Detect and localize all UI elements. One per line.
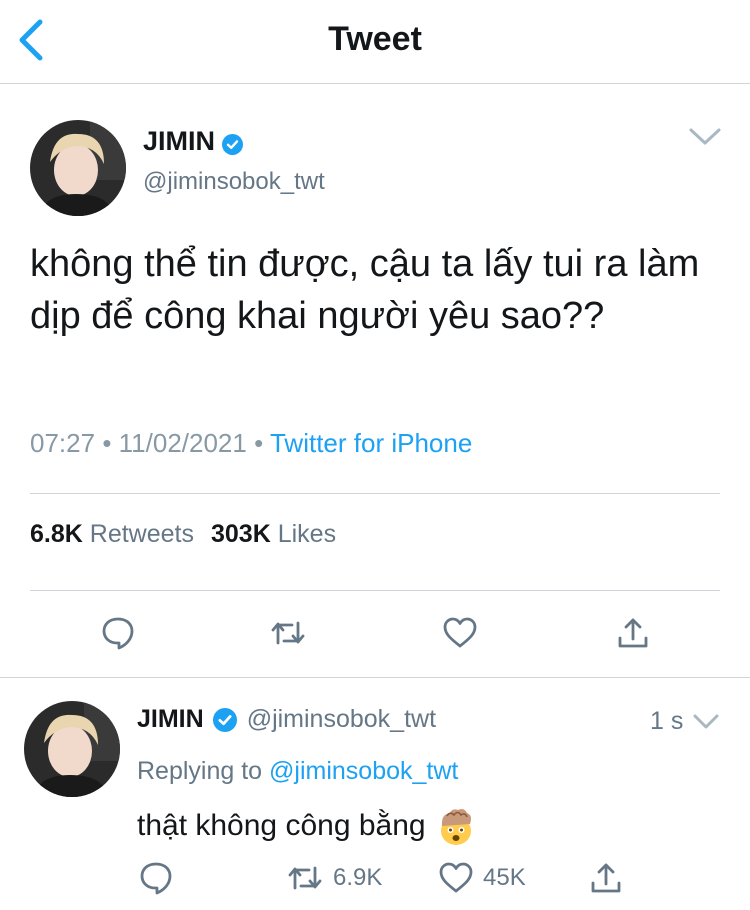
retweet-icon[interactable] xyxy=(270,615,306,651)
chevron-down-icon[interactable] xyxy=(692,713,720,731)
likes-label: Likes xyxy=(277,520,337,548)
replying-to-line: Replying to @jiminsobok_twt xyxy=(137,757,458,786)
heart-icon[interactable] xyxy=(438,860,474,896)
tweet-source-link[interactable]: Twitter for iPhone xyxy=(270,428,472,458)
reply-text-content: thật không công bằng xyxy=(137,809,426,842)
top-bar: Tweet xyxy=(0,0,750,84)
reply-retweets-count: 6.9K xyxy=(333,864,383,891)
reply-icon[interactable] xyxy=(100,615,136,651)
reply-author-name[interactable]: JIMIN xyxy=(137,705,204,734)
retweets-count: 6.8K xyxy=(30,520,83,548)
chevron-down-icon[interactable] xyxy=(688,126,722,148)
reply-author-line: JIMIN @jiminsobok_twt xyxy=(137,705,436,734)
reply-avatar[interactable] xyxy=(24,701,120,797)
section-divider xyxy=(0,677,750,678)
retweet-icon[interactable] xyxy=(287,860,323,896)
meta-separator: • xyxy=(102,428,112,458)
avatar[interactable] xyxy=(30,120,126,216)
heart-icon[interactable] xyxy=(442,615,478,651)
page-title: Tweet xyxy=(328,20,422,58)
author-name[interactable]: JIMIN xyxy=(143,126,244,157)
reply-text: thật không công bằng xyxy=(137,806,476,846)
share-icon[interactable] xyxy=(615,615,651,651)
tweet-date: 11/02/2021 xyxy=(118,428,247,458)
tweet-time: 07:27 xyxy=(30,428,96,458)
likes-count: 303K xyxy=(210,520,271,548)
reply-author-handle[interactable]: @jiminsobok_twt xyxy=(247,705,436,734)
tweet-text: không thể tin được, cậu ta lấy tui ra là… xyxy=(30,243,700,337)
author-name-text[interactable]: JIMIN xyxy=(143,126,215,157)
replying-to-handle[interactable]: @jiminsobok_twt xyxy=(269,757,458,785)
likes-stat[interactable]: 303K Likes xyxy=(211,520,336,548)
author-handle[interactable]: @jiminsobok_twt xyxy=(143,168,325,196)
retweets-stat[interactable]: 6.8K Retweets xyxy=(30,520,194,548)
divider xyxy=(30,590,720,591)
reply-timestamp: 1 s xyxy=(650,707,684,735)
replying-to-label: Replying to xyxy=(137,757,263,785)
verified-badge-icon xyxy=(212,707,237,732)
divider xyxy=(30,493,720,494)
verified-badge-icon xyxy=(222,131,244,155)
meta-separator: • xyxy=(254,428,264,458)
share-icon[interactable] xyxy=(588,860,624,896)
engagement-stats: 6.8K Retweets 303K Likes xyxy=(30,520,336,549)
reply-icon[interactable] xyxy=(138,860,174,896)
reply-likes-count: 45K xyxy=(483,864,526,891)
retweets-label: Retweets xyxy=(89,520,194,548)
exploding-head-emoji-icon xyxy=(436,806,476,846)
tweet-meta: 07:27 • 11/02/2021 • Twitter for iPhone xyxy=(30,428,472,459)
